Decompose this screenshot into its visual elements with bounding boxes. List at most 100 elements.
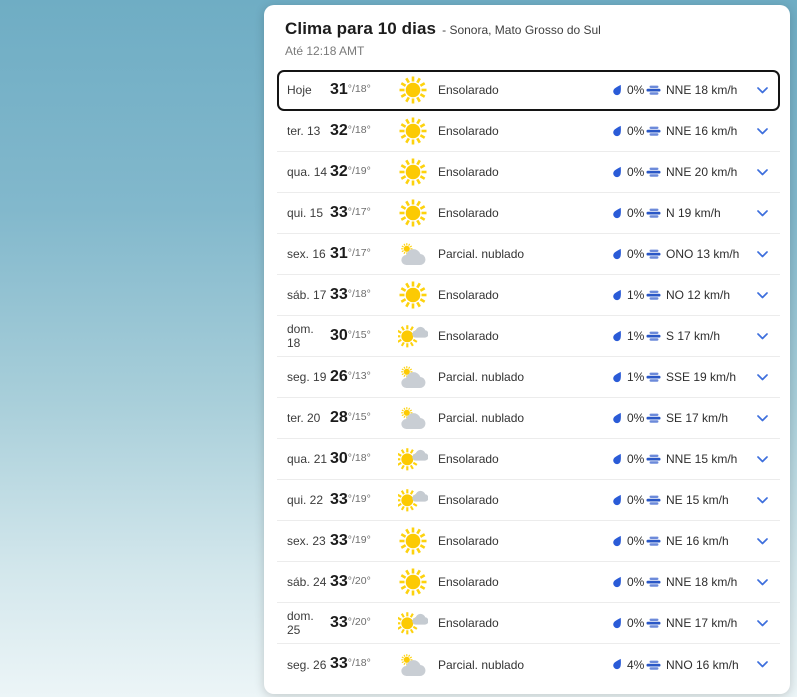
condition-label: Ensolarado <box>438 575 499 589</box>
wind: S 17 km/h <box>646 329 750 343</box>
chevron-down-icon[interactable] <box>750 288 770 303</box>
precip-value: 0% <box>627 411 645 425</box>
mostly-sunny-icon <box>398 323 438 349</box>
forecast-row[interactable]: seg. 19 26 °/13° Parcial. nublado 1% SSE… <box>277 357 780 398</box>
precip-value: 0% <box>627 575 645 589</box>
high-temp: 30 <box>330 326 348 344</box>
chevron-down-icon[interactable] <box>750 124 770 139</box>
chevron-down-icon[interactable] <box>750 616 770 631</box>
low-temp: °/18° <box>347 287 371 300</box>
precipitation: 1% <box>612 288 646 302</box>
precipitation: 0% <box>612 247 646 261</box>
forecast-row[interactable]: Hoje 31 °/18° Ensolarado 0% NNE 18 km/h <box>277 70 780 111</box>
temperature: 30 °/15° <box>330 326 398 345</box>
wind: NE 15 km/h <box>646 493 750 507</box>
forecast-card: Clima para 10 dias - Sonora, Mato Grosso… <box>264 5 790 694</box>
low-temp: °/15° <box>347 410 371 423</box>
forecast-row[interactable]: qua. 14 32 °/19° Ensolarado 0% NNE 20 km… <box>277 152 780 193</box>
forecast-row[interactable]: qua. 21 30 °/18° Ensolarado 0% NNE 15 km… <box>277 439 780 480</box>
wind: N 19 km/h <box>646 206 750 220</box>
wind-value: NNE 17 km/h <box>666 616 738 630</box>
precipitation: 0% <box>612 616 646 630</box>
high-temp: 33 <box>330 203 348 221</box>
sunny-icon <box>398 116 438 146</box>
high-temp: 33 <box>330 531 348 549</box>
high-temp: 26 <box>330 367 348 385</box>
partly-cloudy-icon <box>398 652 438 678</box>
forecast-row[interactable]: ter. 20 28 °/15° Parcial. nublado 0% SE … <box>277 398 780 439</box>
sunny-icon <box>398 526 438 556</box>
chevron-down-icon[interactable] <box>750 411 770 426</box>
low-temp: °/13° <box>347 369 371 382</box>
day-label: qui. 15 <box>287 206 324 220</box>
forecast-row[interactable]: sáb. 17 33 °/18° Ensolarado 1% NO 12 km/… <box>277 275 780 316</box>
forecast-row[interactable]: dom. 25 33 °/20° Ensolarado 0% NNE 17 km… <box>277 603 780 644</box>
forecast-row[interactable]: qui. 15 33 °/17° Ensolarado 0% N 19 km/h <box>277 193 780 234</box>
condition-label: Ensolarado <box>438 83 499 97</box>
temperature: 33 °/17° <box>330 203 398 222</box>
chevron-down-icon[interactable] <box>750 452 770 467</box>
condition-label: Ensolarado <box>438 124 499 138</box>
wind-icon <box>646 370 661 384</box>
chevron-down-icon[interactable] <box>750 165 770 180</box>
low-temp: °/20° <box>347 615 371 628</box>
wind: NO 12 km/h <box>646 288 750 302</box>
precip-value: 0% <box>627 616 645 630</box>
condition-label: Ensolarado <box>438 288 499 302</box>
condition-label: Ensolarado <box>438 329 499 343</box>
day-label: sex. 16 <box>287 247 326 261</box>
condition-label: Ensolarado <box>438 493 499 507</box>
precipitation: 0% <box>612 206 646 220</box>
temperature: 31 °/17° <box>330 245 398 263</box>
chevron-down-icon[interactable] <box>750 493 770 508</box>
temperature: 32 °/18° <box>330 122 398 140</box>
wind-value: NNE 15 km/h <box>666 452 738 466</box>
forecast-row[interactable]: dom. 18 30 °/15° Ensolarado 1% S 17 km/h <box>277 316 780 357</box>
wind-icon <box>646 83 661 97</box>
forecast-row[interactable]: sáb. 24 33 °/20° Ensolarado 0% NNE 18 km… <box>277 562 780 603</box>
droplet-icon <box>612 371 623 384</box>
high-temp: 30 <box>330 449 348 467</box>
precip-value: 0% <box>627 452 645 466</box>
precipitation: 1% <box>612 329 646 343</box>
day-label: dom. 18 <box>287 322 314 350</box>
droplet-icon <box>612 207 623 220</box>
day-label: dom. 25 <box>287 609 314 637</box>
chevron-down-icon[interactable] <box>750 370 770 385</box>
day-label: qua. 21 <box>287 452 328 466</box>
precipitation: 0% <box>612 452 646 466</box>
condition-label: Parcial. nublado <box>438 370 525 384</box>
precip-value: 0% <box>627 124 645 138</box>
droplet-icon <box>612 658 623 671</box>
precipitation: 0% <box>612 493 646 507</box>
forecast-row[interactable]: qui. 22 33 °/19° Ensolarado 0% NE 15 km/… <box>277 480 780 521</box>
droplet-icon <box>612 125 623 138</box>
temperature: 32 °/19° <box>330 163 398 181</box>
temperature: 33 °/19° <box>330 531 398 550</box>
droplet-icon <box>612 494 623 507</box>
temperature: 33 °/18° <box>330 286 398 304</box>
forecast-row[interactable]: sex. 23 33 °/19° Ensolarado 0% NE 16 km/… <box>277 521 780 562</box>
chevron-down-icon[interactable] <box>750 575 770 590</box>
chevron-down-icon[interactable] <box>750 534 770 549</box>
droplet-icon <box>612 248 623 261</box>
chevron-down-icon[interactable] <box>750 329 770 344</box>
chevron-down-icon[interactable] <box>750 206 770 221</box>
day-label: Hoje <box>287 83 312 97</box>
forecast-row[interactable]: sex. 16 31 °/17° Parcial. nublado 0% ONO… <box>277 234 780 275</box>
forecast-row[interactable]: ter. 13 32 °/18° Ensolarado 0% NNE 16 km… <box>277 111 780 152</box>
forecast-row-list: Hoje 31 °/18° Ensolarado 0% NNE 18 km/h … <box>277 70 780 685</box>
low-temp: °/20° <box>347 574 371 587</box>
precipitation: 0% <box>612 124 646 138</box>
high-temp: 33 <box>330 613 348 631</box>
chevron-down-icon[interactable] <box>750 247 770 262</box>
wind: NNO 16 km/h <box>646 658 750 672</box>
sunny-icon <box>398 280 438 310</box>
droplet-icon <box>612 535 623 548</box>
precipitation: 0% <box>612 411 646 425</box>
chevron-down-icon[interactable] <box>750 657 770 672</box>
wind-icon <box>646 247 661 261</box>
chevron-down-icon[interactable] <box>750 83 770 98</box>
forecast-row[interactable]: seg. 26 33 °/18° Parcial. nublado 4% NNO… <box>277 644 780 685</box>
day-label: qui. 22 <box>287 493 324 507</box>
